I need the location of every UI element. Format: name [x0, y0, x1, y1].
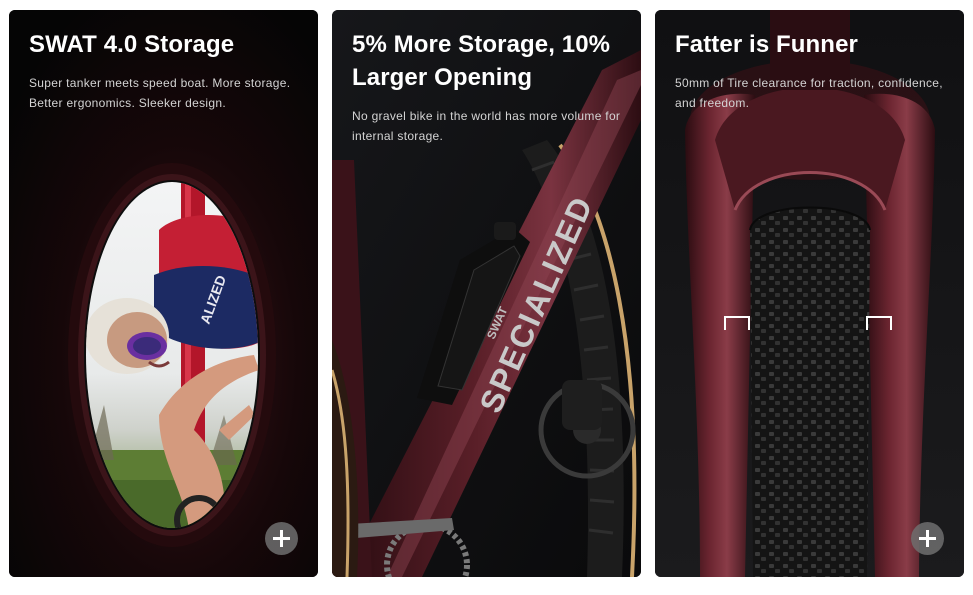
card-text-block: Fatter is Funner 50mm of Tire clearance … — [675, 28, 944, 113]
card-text-block: 5% More Storage, 10% Larger Opening No g… — [352, 28, 621, 146]
expand-button[interactable] — [265, 522, 298, 555]
card-text-block: SWAT 4.0 Storage Super tanker meets spee… — [29, 28, 298, 113]
card-description: No gravel bike in the world has more vol… — [352, 109, 621, 143]
feature-card-tire-clearance[interactable]: Fatter is Funner 50mm of Tire clearance … — [655, 10, 964, 577]
card-title: 5% More Storage, 10% Larger Opening — [352, 31, 611, 91]
card-title: SWAT 4.0 Storage — [29, 31, 235, 58]
card-description: Super tanker meets speed boat. More stor… — [29, 76, 291, 110]
expand-button[interactable] — [911, 522, 944, 555]
card-description: 50mm of Tire clearance for traction, con… — [675, 76, 943, 110]
feature-card-swat-storage[interactable]: ALIZED SWAT 4.0 Storage Super tanker mee… — [9, 10, 318, 577]
feature-cards-row: ALIZED SWAT 4.0 Storage Super tanker mee… — [9, 10, 966, 577]
card-title: Fatter is Funner — [675, 31, 858, 58]
plus-icon — [919, 530, 936, 547]
plus-icon — [273, 530, 290, 547]
feature-card-more-storage[interactable]: SPECIALIZED SWAT 5% More Storage, 10% La… — [332, 10, 641, 577]
